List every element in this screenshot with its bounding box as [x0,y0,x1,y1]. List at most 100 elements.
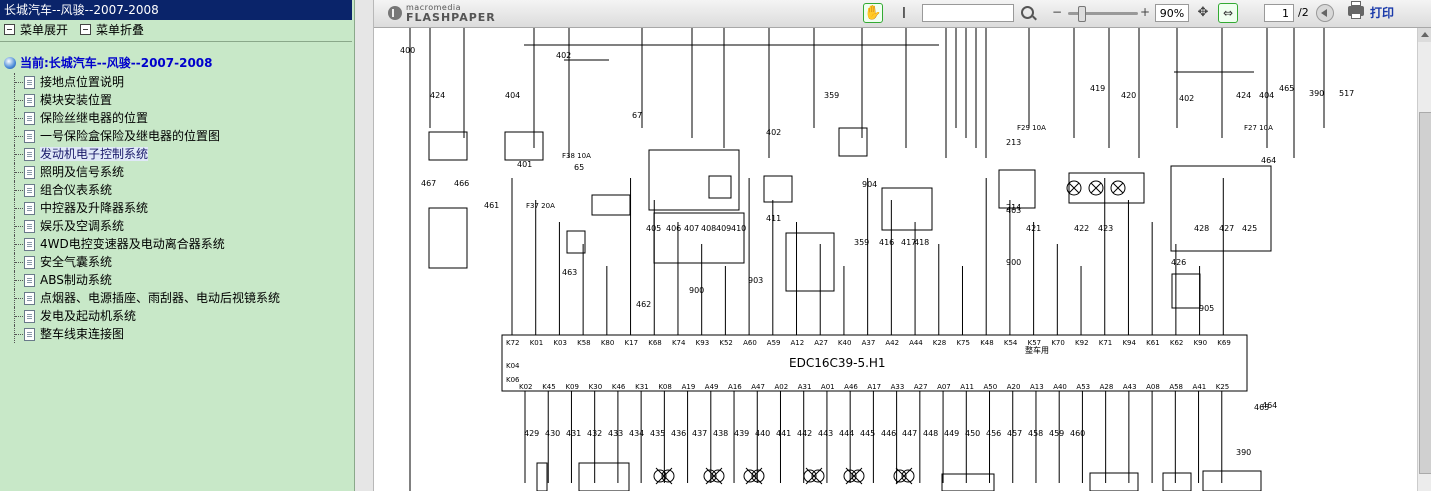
expand-icon [4,24,15,35]
tree-item-label: ABS制动系统 [40,273,112,287]
wire-number: 435 [650,429,665,438]
wire-number: 904 [862,180,877,189]
ecu-pin-label: A53 [1076,383,1090,391]
document-icon [24,184,35,197]
wire-number: 390 [1309,89,1324,98]
relay [428,131,468,161]
ecu-pin-label: K58 [577,339,591,347]
tree-item[interactable]: 接地点位置说明 [10,73,280,91]
wire-number: 424 [1236,91,1251,100]
vertical-scrollbar[interactable] [1417,28,1431,491]
logo-line2: FLASHPAPER [406,11,496,24]
splitter[interactable] [355,0,374,491]
wire-number: 463 [562,268,577,277]
wire-number: 426 [1171,258,1186,267]
wire-number: 400 [400,46,415,55]
ecu-pin-label: K04 [506,362,520,370]
tree-item-label: 点烟器、电源插座、雨刮器、电动后视镜系统 [40,291,281,305]
hand-tool-button[interactable]: ✋ [863,3,883,23]
ecu-pin-label: K31 [635,383,649,391]
wire-number: 457 [1007,429,1022,438]
document-icon [24,130,35,143]
print-button[interactable]: 打印 [1370,4,1394,22]
ecu-pin-label: K92 [1075,339,1089,347]
expand-menu-button[interactable]: 菜单展开 [4,21,68,39]
wire-number: 427 [1219,224,1234,233]
fan-relay-block [1170,165,1272,252]
text-select-button[interactable]: I [894,3,914,23]
scroll-thumb[interactable] [1419,112,1431,474]
fuse-label: F29 10A [1017,124,1046,132]
tree-item[interactable]: 照明及信号系统 [10,163,280,181]
tree-item-label: 中控器及升降器系统 [40,201,149,215]
tree-item[interactable]: 点烟器、电源插座、雨刮器、电动后视镜系统 [10,289,280,307]
zoom-out-button[interactable]: − [1050,5,1064,19]
document-icon [24,256,35,269]
search-icon[interactable] [1021,6,1034,19]
tree-item[interactable]: 组合仪表系统 [10,181,280,199]
ecu-pin-label: A49 [705,383,719,391]
search-input[interactable] [922,4,1014,22]
wire-number: 430 [545,429,560,438]
wire-number: 440 [755,429,770,438]
collapse-menu-button[interactable]: 菜单折叠 [80,21,144,39]
ecu-pin-label: K69 [1217,339,1231,347]
navigation-panel: 长城汽车--风骏--2007-2008 菜单展开 菜单折叠 当前:长城汽车--风… [0,0,355,491]
previous-page-button[interactable] [1316,4,1334,22]
tree-item-label: 发动机电子控制系统 [40,147,149,161]
wire-number: 433 [608,429,623,438]
ecu-pin-label: K54 [1004,339,1018,347]
printer-icon[interactable] [1348,1,1364,19]
ecu-pin-label: A13 [1030,383,1044,391]
wire-number: 402 [766,128,781,137]
note-label: 整车用 [1025,345,1049,355]
ecu-pin-label: A12 [791,339,805,347]
wire-number: 443 [818,429,833,438]
tree-item[interactable]: 模块安装位置 [10,91,280,109]
sensor [838,127,868,157]
tree-item[interactable]: 中控器及升降器系统 [10,199,280,217]
wire-number: 213 [1006,138,1021,147]
injector-block [653,212,745,264]
ecu-pin-label: K09 [565,383,579,391]
tree-item[interactable]: 4WD电控变速器及电动离合器系统 [10,235,280,253]
ecu-pin-label: K52 [719,339,733,347]
wire-number: 428 [1194,224,1209,233]
ecu-pin-label: A27 [814,339,828,347]
wire-number: 436 [671,429,686,438]
tree-item[interactable]: 安全气囊系统 [10,253,280,271]
tree-item[interactable]: 整车线束连接图 [10,325,280,343]
tree-item[interactable]: 发电及起动机系统 [10,307,280,325]
ecu-pin-label: K48 [980,339,994,347]
tree-item[interactable]: 一号保险盒保险及继电器的位置图 [10,127,280,145]
document-page[interactable]: K72 K01 K03 K58 K80 K17 K68 K74 K93 K52 A60 A59 A12 A… [374,28,1417,491]
fit-page-button[interactable]: ✥ [1193,3,1213,23]
sensor [881,187,933,231]
wire-number: 423 [1098,224,1113,233]
tree-item-label: 接地点位置说明 [40,75,125,89]
hand-icon: ✋ [864,5,882,21]
zoom-slider-handle[interactable] [1078,6,1086,22]
ecu-pin-label: K40 [838,339,852,347]
ecu-pin-label: A08 [1146,383,1160,391]
wire-number: 410 [731,224,746,233]
document-icon [24,292,35,305]
wire-number: 390 [1236,448,1251,457]
ecu-pin-label: A02 [774,383,788,391]
tree-item[interactable]: 保险丝继电器的位置 [10,109,280,127]
page-number-input[interactable]: 1 [1264,4,1294,22]
tree-line [15,208,23,209]
fuse-label: F38 10A [562,152,591,160]
fit-width-button[interactable]: ⇔ [1218,3,1238,23]
ecu-pin-label: K45 [542,383,556,391]
wire-number: 466 [454,179,469,188]
wire-number: 447 [902,429,917,438]
tree-item[interactable]: 娱乐及空调系统 [10,217,280,235]
zoom-in-button[interactable]: + [1138,5,1152,19]
scroll-up-arrow-icon[interactable] [1418,28,1431,42]
tree-item[interactable]: ABS制动系统 [10,271,280,289]
switch [428,207,468,269]
zoom-value[interactable]: 90% [1155,4,1189,22]
tree-item[interactable]: 发动机电子控制系统 [10,145,280,163]
tree-root[interactable]: 当前:长城汽车--风骏--2007-2008 [4,55,213,72]
